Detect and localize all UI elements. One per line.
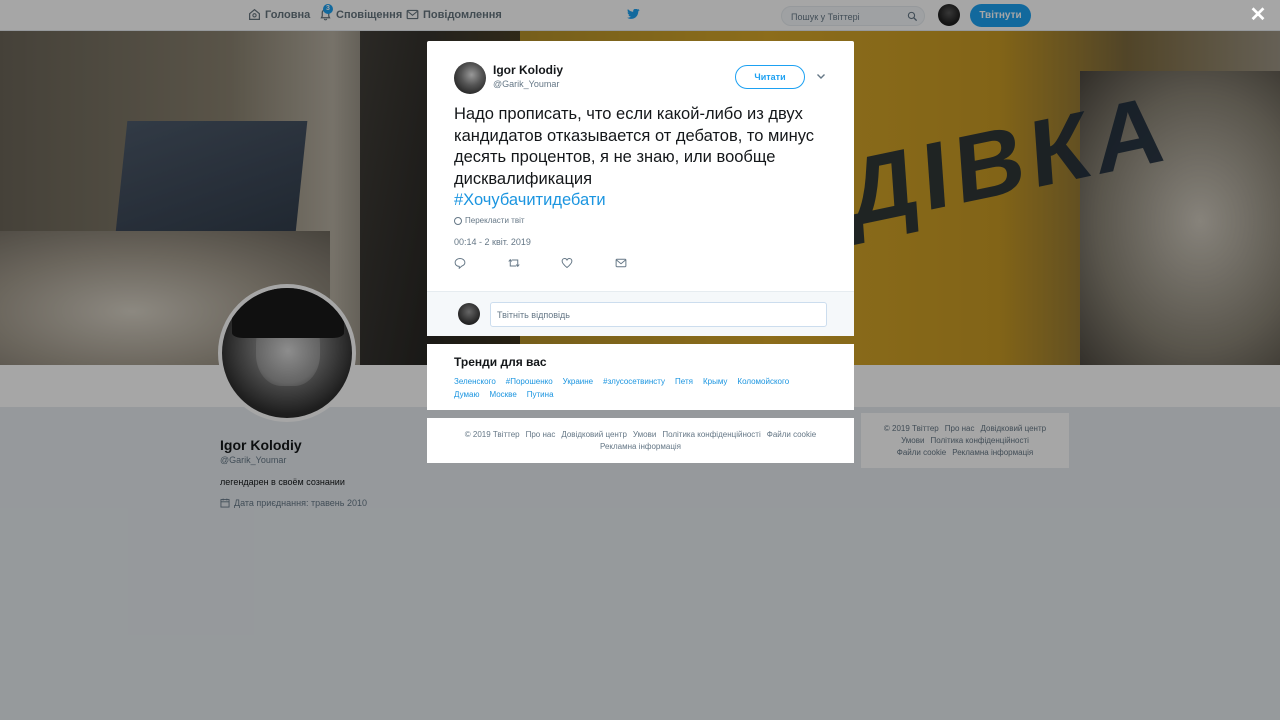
trends-list: Зеленского #Порошенко Украине #злусосетвинс…: [454, 375, 814, 401]
trend-item[interactable]: Петя: [675, 375, 693, 388]
footer-link[interactable]: Файли cookie: [767, 430, 816, 439]
chevron-down-icon[interactable]: [816, 71, 826, 81]
footer-link[interactable]: Політика конфіденційності: [662, 430, 760, 439]
trends-title: Тренди для вас: [454, 355, 547, 369]
reply-placeholder: Твітніть відповідь: [497, 310, 570, 320]
footer-link[interactable]: Про нас: [526, 430, 556, 439]
trend-item[interactable]: Крыму: [703, 375, 727, 388]
reply-icon[interactable]: [454, 257, 466, 269]
close-icon[interactable]: ✕: [1249, 5, 1267, 25]
footer-link[interactable]: Рекламна інформація: [600, 442, 681, 451]
footer-link[interactable]: Довідковий центр: [561, 430, 627, 439]
tweet-timestamp[interactable]: 00:14 - 2 квіт. 2019: [454, 237, 531, 247]
trends-panel: Тренди для вас Зеленского #Порошенко Украи…: [427, 344, 854, 410]
translate-link[interactable]: Перекласти твіт: [454, 216, 525, 225]
tweet-author-handle[interactable]: @Garik_Youmar: [493, 79, 559, 89]
reply-input[interactable]: Твітніть відповідь: [490, 302, 827, 327]
trend-item[interactable]: Украине: [563, 375, 593, 388]
tweet-actions: [454, 257, 654, 271]
trend-item[interactable]: Коломойского: [737, 375, 789, 388]
tweet-author-name[interactable]: Igor Kolodiy: [493, 63, 563, 77]
trend-item[interactable]: Думаю: [454, 388, 479, 401]
reply-avatar: [458, 303, 480, 325]
trend-item[interactable]: Зеленского: [454, 375, 496, 388]
tweet-text: Надо прописать, что если какой-либо из д…: [454, 104, 829, 212]
direct-message-icon[interactable]: [615, 257, 627, 269]
trend-item[interactable]: Путина: [527, 388, 554, 401]
follow-button[interactable]: Читати: [735, 65, 805, 89]
globe-icon: [454, 216, 462, 225]
tweet-hashtag[interactable]: #Хочубачитидебати: [454, 191, 606, 209]
modal-footer: © 2019 Твіттер Про нас Довідковий центр Умо…: [427, 418, 854, 463]
trend-item[interactable]: #злусосетвинсту: [603, 375, 665, 388]
tweet-body: Надо прописать, что если какой-либо из д…: [454, 105, 815, 188]
reply-area: Твітніть відповідь: [427, 291, 854, 336]
footer-link[interactable]: © 2019 Твіттер: [465, 430, 520, 439]
tweet-modal: Igor Kolodiy @Garik_Youmar Читати Надо п…: [427, 41, 854, 336]
retweet-icon[interactable]: [508, 257, 520, 269]
translate-label: Перекласти твіт: [465, 216, 525, 225]
heart-icon[interactable]: [561, 257, 573, 269]
footer-link[interactable]: Умови: [633, 430, 656, 439]
trend-item[interactable]: Москве: [489, 388, 516, 401]
trend-item[interactable]: #Порошенко: [506, 375, 553, 388]
tweet-author-avatar[interactable]: [454, 62, 486, 94]
